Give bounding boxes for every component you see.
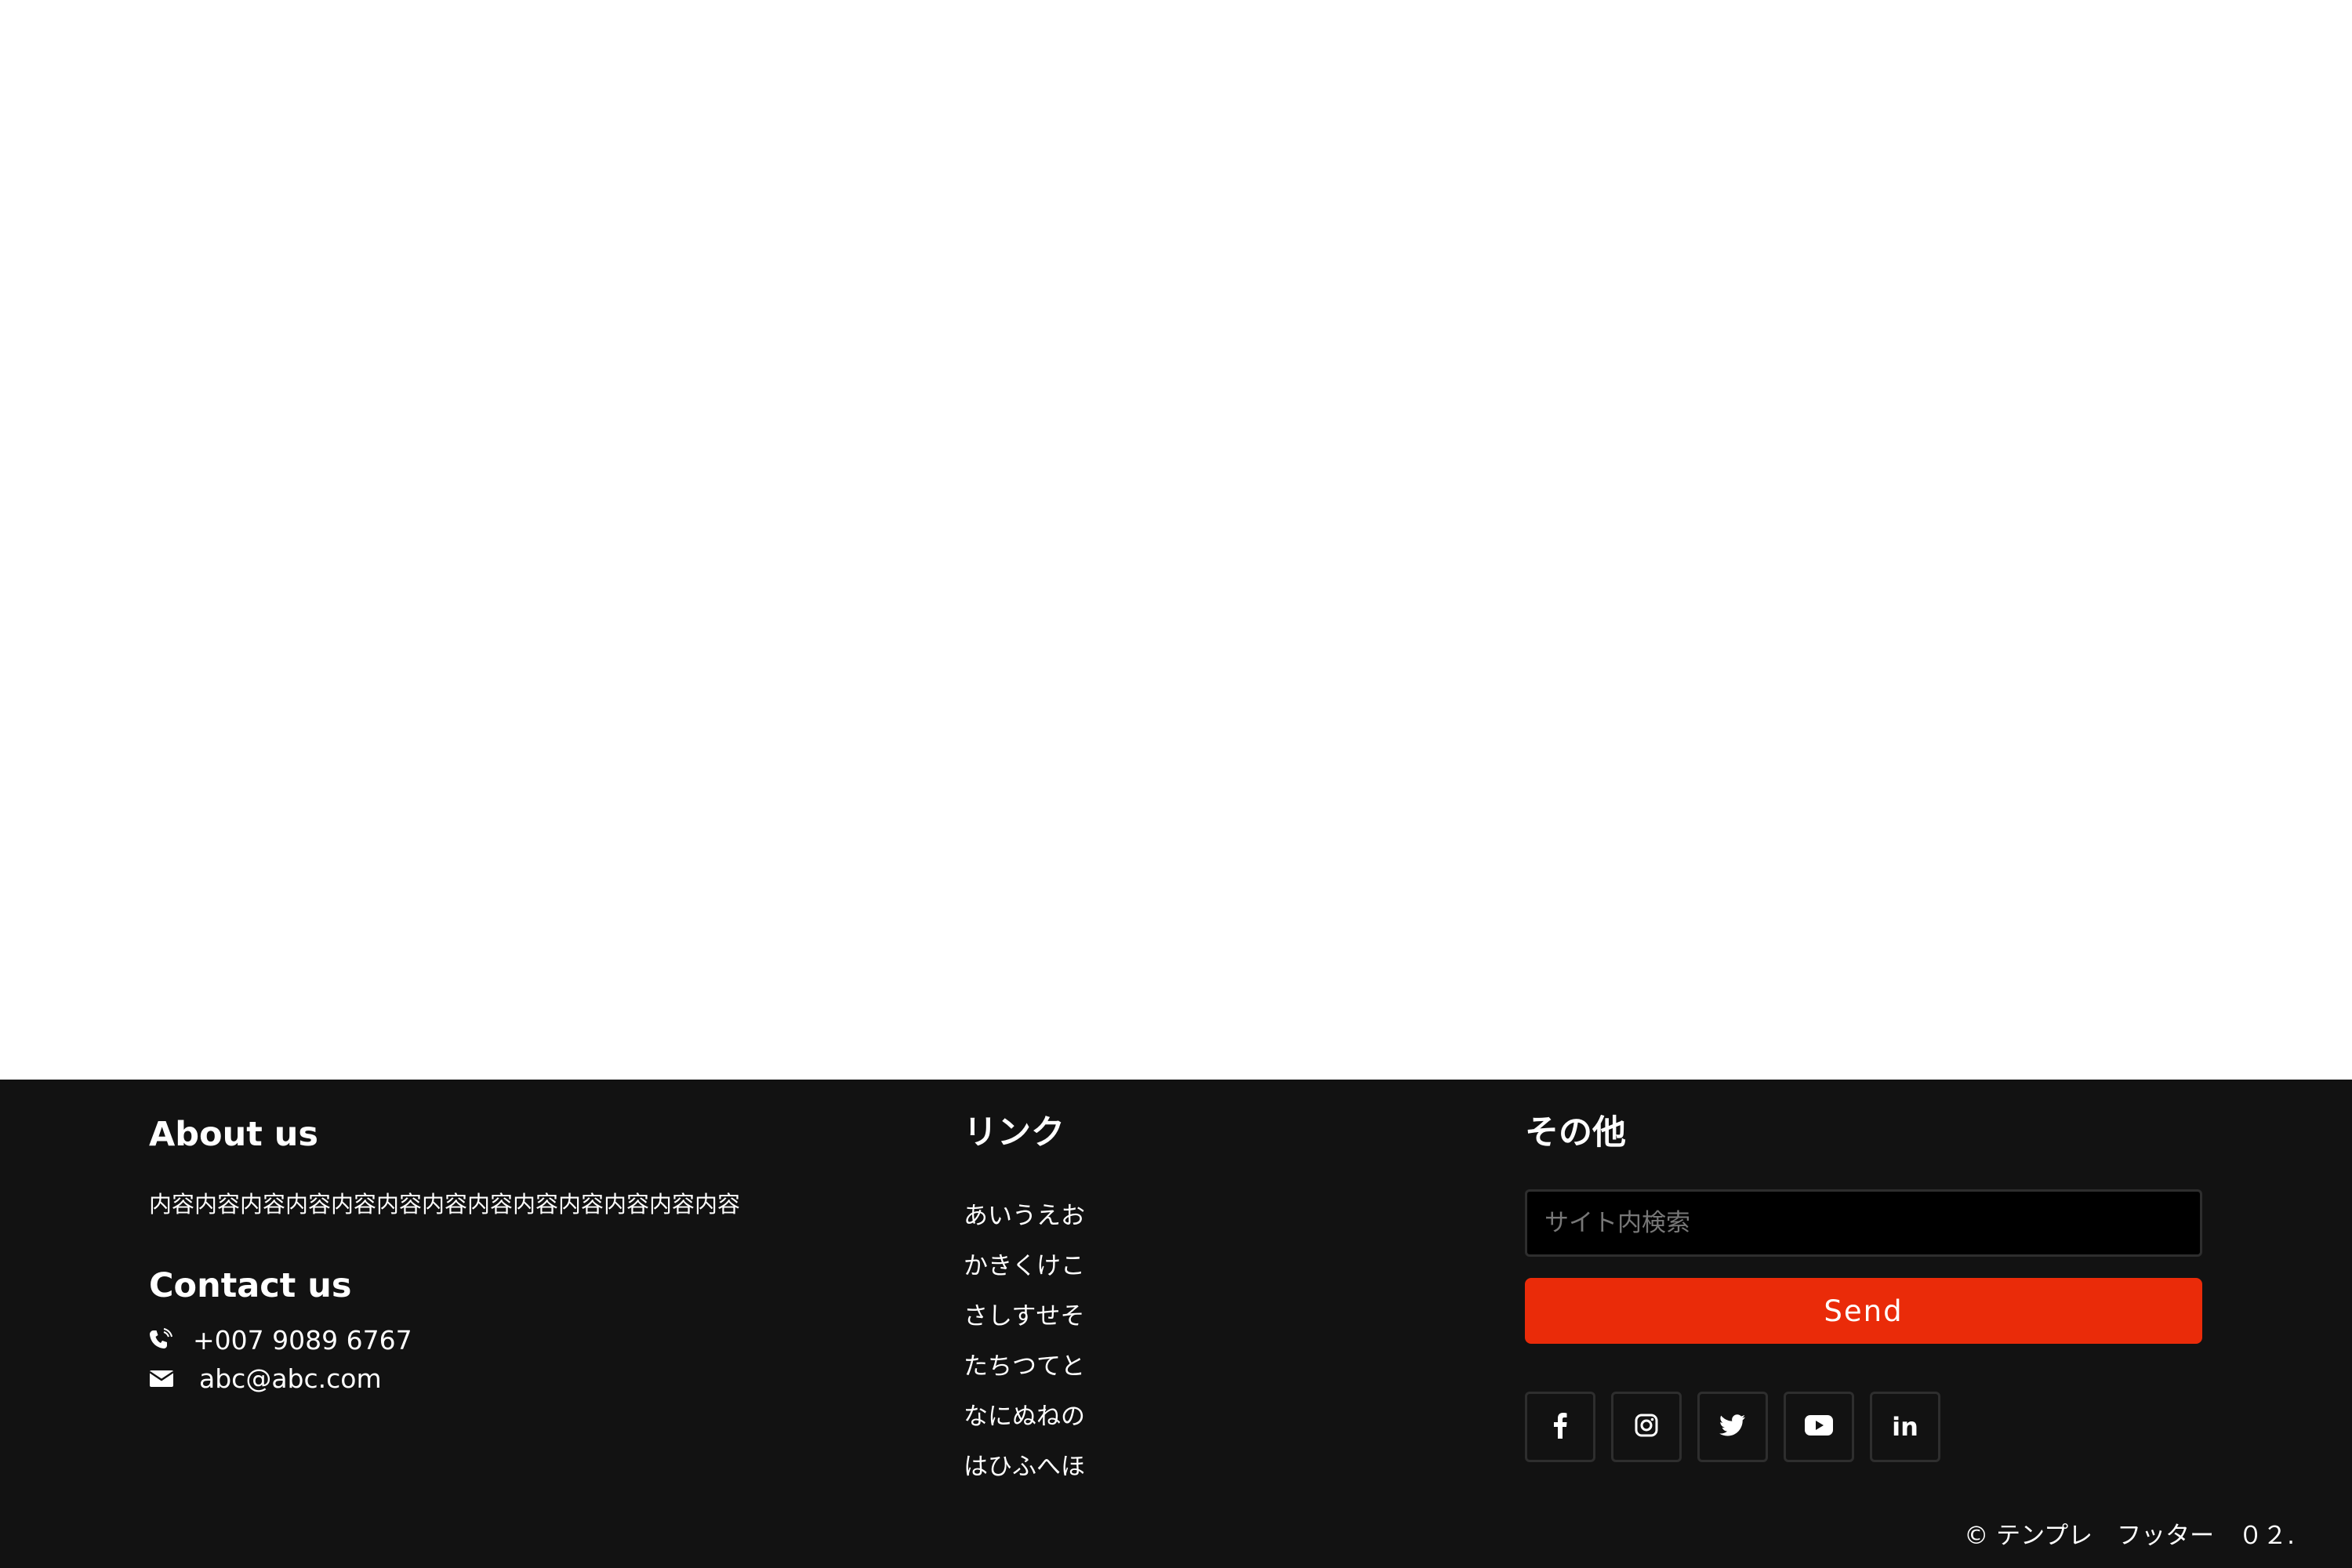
instagram-button[interactable] xyxy=(1611,1392,1682,1462)
envelope-icon xyxy=(149,1361,183,1396)
footer-links-list: あいうえお かきくけこ さしすせそ たちつてと なにぬねの はひふへほ xyxy=(964,1191,1085,1492)
twitter-icon xyxy=(1719,1414,1746,1439)
other-heading: その他 xyxy=(1525,1113,1626,1152)
twitter-button[interactable] xyxy=(1697,1392,1768,1462)
linkedin-button[interactable]: in xyxy=(1870,1392,1940,1462)
contact-phone-row: +007 9089 6767 xyxy=(149,1323,412,1357)
site-search-input[interactable] xyxy=(1525,1189,2202,1257)
footer-link[interactable]: はひふへほ xyxy=(964,1442,1085,1492)
email-address: abc@abc.com xyxy=(199,1363,382,1394)
send-button[interactable]: Send xyxy=(1525,1278,2202,1344)
contact-heading: Contact us xyxy=(149,1266,352,1305)
instagram-icon xyxy=(1635,1414,1658,1440)
site-footer: About us 内容内容内容内容内容内容内容内容内容内容内容内容内容 Cont… xyxy=(0,1080,2352,1568)
social-links: in xyxy=(1525,1392,1940,1462)
copyright-text: © テンプレ フッター ０２. xyxy=(1964,1522,2295,1550)
facebook-icon xyxy=(1553,1412,1567,1442)
youtube-icon xyxy=(1805,1415,1833,1439)
links-heading: リンク xyxy=(964,1113,1065,1152)
page-content-area xyxy=(0,0,2352,1080)
about-text: 内容内容内容内容内容内容内容内容内容内容内容内容内容 xyxy=(149,1191,741,1218)
footer-link[interactable]: さしすせそ xyxy=(964,1291,1085,1341)
footer-link[interactable]: たちつてと xyxy=(964,1341,1085,1392)
phone-icon xyxy=(149,1323,183,1357)
contact-email-row: abc@abc.com xyxy=(149,1361,382,1396)
phone-number: +007 9089 6767 xyxy=(193,1324,412,1356)
footer-link[interactable]: あいうえお xyxy=(964,1191,1085,1241)
youtube-button[interactable] xyxy=(1784,1392,1854,1462)
about-heading: About us xyxy=(149,1115,318,1154)
footer-link[interactable]: なにぬねの xyxy=(964,1392,1085,1442)
facebook-button[interactable] xyxy=(1525,1392,1595,1462)
linkedin-icon: in xyxy=(1892,1412,1918,1442)
footer-link[interactable]: かきくけこ xyxy=(964,1241,1085,1291)
